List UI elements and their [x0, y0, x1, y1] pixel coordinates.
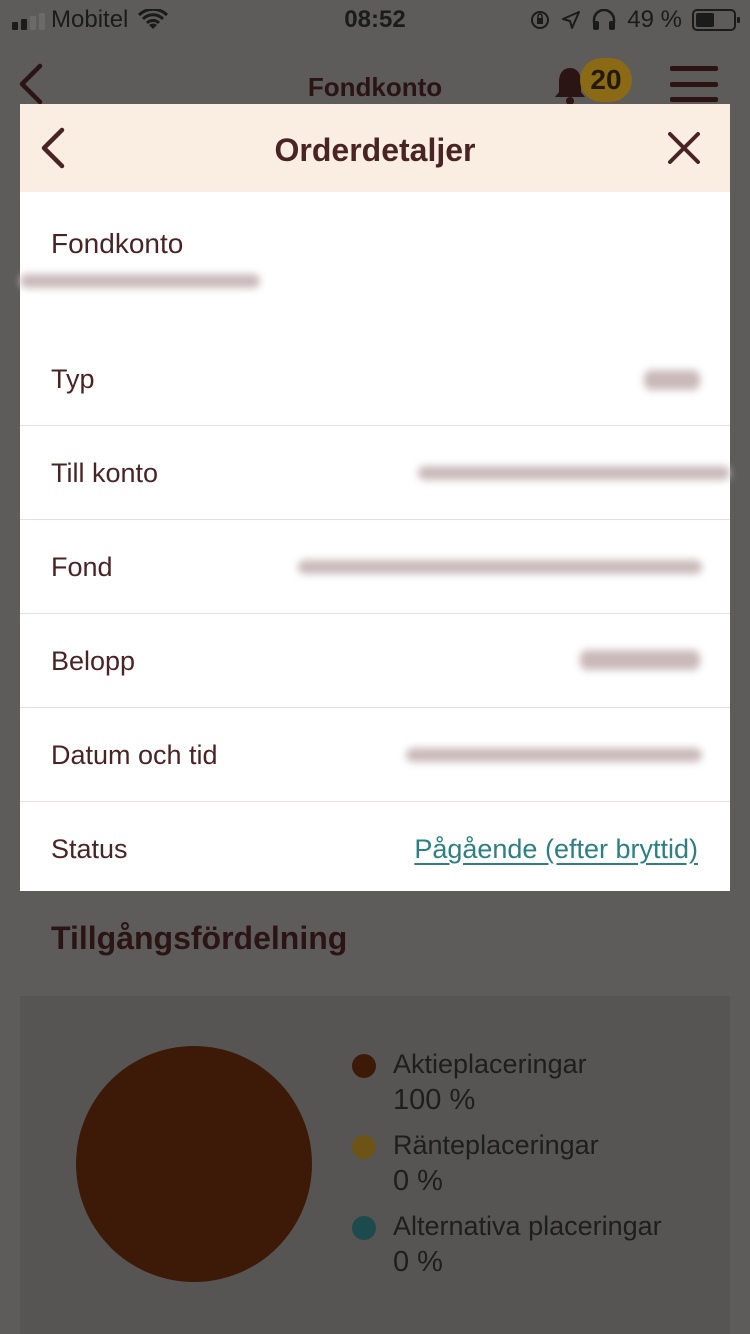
row-label: Belopp — [51, 646, 136, 676]
legend-name: Ränteplaceringar — [393, 1130, 599, 1160]
legend-dot — [352, 1216, 376, 1240]
legend-value: 0 % — [393, 1165, 443, 1197]
detail-row-belopp: Belopp — [20, 614, 730, 708]
redacted-value — [644, 370, 700, 390]
order-details-modal: Orderdetaljer Fondkonto Typ Till konto F… — [20, 104, 730, 891]
modal-title: Orderdetaljer — [274, 132, 476, 168]
row-label: Typ — [51, 364, 95, 394]
detail-row-till-konto: Till konto — [20, 426, 730, 520]
location-icon — [562, 11, 581, 29]
headphones-icon — [593, 9, 616, 30]
legend-name: Alternativa placeringar — [393, 1211, 662, 1241]
legend-value: 0 % — [393, 1246, 443, 1278]
detail-row-datum-och-tid: Datum och tid — [20, 708, 730, 802]
legend-item: Alternativa placeringar 0 % — [352, 1208, 732, 1289]
app-title: Fondkonto — [307, 72, 443, 102]
status-bar: Mobitel 08:52 49 % — [0, 0, 750, 40]
notification-badge[interactable]: 20 — [580, 58, 632, 102]
row-label: Fond — [51, 552, 113, 582]
redacted-value — [580, 650, 700, 670]
redacted-account-number — [20, 274, 260, 288]
legend-item: Aktieplaceringar 100 % — [352, 1046, 732, 1127]
detail-row-typ: Typ — [20, 332, 730, 426]
detail-row-status: Status Pågående (efter bryttid) — [20, 802, 730, 896]
battery-icon — [692, 9, 740, 31]
row-label: Datum och tid — [51, 740, 218, 770]
battery-percent: 49 % — [627, 6, 682, 33]
redacted-value — [418, 466, 730, 480]
allocation-pie-chart — [76, 1046, 312, 1282]
close-icon[interactable] — [666, 130, 702, 166]
account-block: Fondkonto — [20, 192, 730, 332]
orientation-lock-icon — [531, 11, 550, 29]
allocation-legend: Aktieplaceringar 100 % Ränteplaceringar … — [352, 1046, 732, 1289]
legend-value: 100 % — [393, 1084, 476, 1116]
redacted-value — [298, 560, 702, 574]
row-label: Status — [51, 834, 128, 864]
legend-dot — [352, 1135, 376, 1159]
modal-header: Orderdetaljer — [20, 104, 730, 192]
redacted-value — [406, 748, 702, 762]
status-right: 49 % — [529, 6, 740, 34]
legend-item: Ränteplaceringar 0 % — [352, 1127, 732, 1208]
app-header: Fondkonto 20 — [0, 40, 750, 105]
pie-slice-aktieplaceringar — [76, 1046, 312, 1282]
row-label: Till konto — [51, 458, 159, 488]
legend-name: Aktieplaceringar — [393, 1049, 587, 1079]
hamburger-menu-icon[interactable] — [670, 66, 718, 102]
status-link[interactable]: Pågående (efter bryttid) — [414, 802, 698, 896]
detail-row-fond: Fond — [20, 520, 730, 614]
legend-dot — [352, 1054, 376, 1078]
account-name: Fondkonto — [51, 228, 184, 259]
allocation-title: Tillgångsfördelning — [51, 920, 348, 956]
